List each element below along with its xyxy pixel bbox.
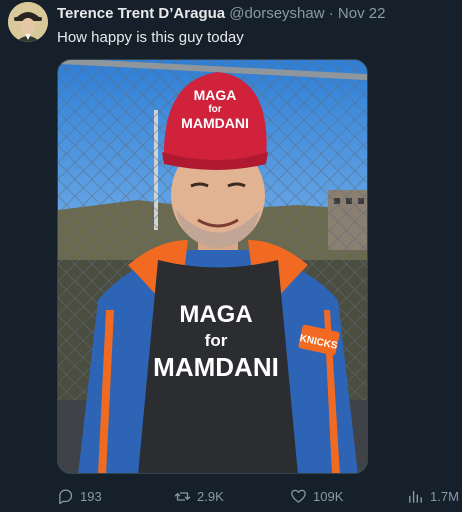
svg-text:MAGA: MAGA: [194, 87, 237, 103]
repost-button[interactable]: 2.9K: [174, 486, 224, 506]
svg-text:MAMDANI: MAMDANI: [153, 352, 279, 382]
like-count: 109K: [313, 488, 344, 504]
action-bar: 193 2.9K 109K 1.7M: [57, 486, 459, 506]
reply-count: 193: [80, 488, 102, 504]
author-name[interactable]: Terence Trent D’Aragua: [57, 5, 225, 22]
avatar[interactable]: [8, 2, 48, 42]
tweet-text: How happy is this guy today: [57, 29, 244, 46]
views-count: 1.7M: [430, 488, 459, 504]
tweet-header: Terence Trent D’Aragua @dorseyshaw · Nov…: [57, 4, 454, 24]
author-handle[interactable]: @dorseyshaw: [229, 5, 324, 22]
views-button[interactable]: 1.7M: [407, 486, 459, 506]
repost-count: 2.9K: [197, 488, 224, 504]
reply-button[interactable]: 193: [57, 486, 102, 506]
like-button[interactable]: 109K: [290, 486, 343, 506]
reply-icon: [59, 488, 73, 504]
svg-text:for: for: [208, 104, 221, 115]
repost-icon: [174, 491, 191, 501]
separator-dot: ·: [328, 5, 334, 22]
svg-text:for: for: [205, 331, 228, 350]
views-chart-icon: [409, 490, 422, 503]
heart-icon: [291, 489, 306, 503]
tweet-date[interactable]: Nov 22: [338, 5, 386, 22]
svg-text:MAGA: MAGA: [179, 301, 252, 328]
tweet-photo[interactable]: KNICKS MAGA for MAMDANI MAGA for MAMDANI: [57, 59, 368, 474]
avatar-image: [8, 2, 48, 42]
svg-text:MAMDANI: MAMDANI: [181, 115, 249, 131]
